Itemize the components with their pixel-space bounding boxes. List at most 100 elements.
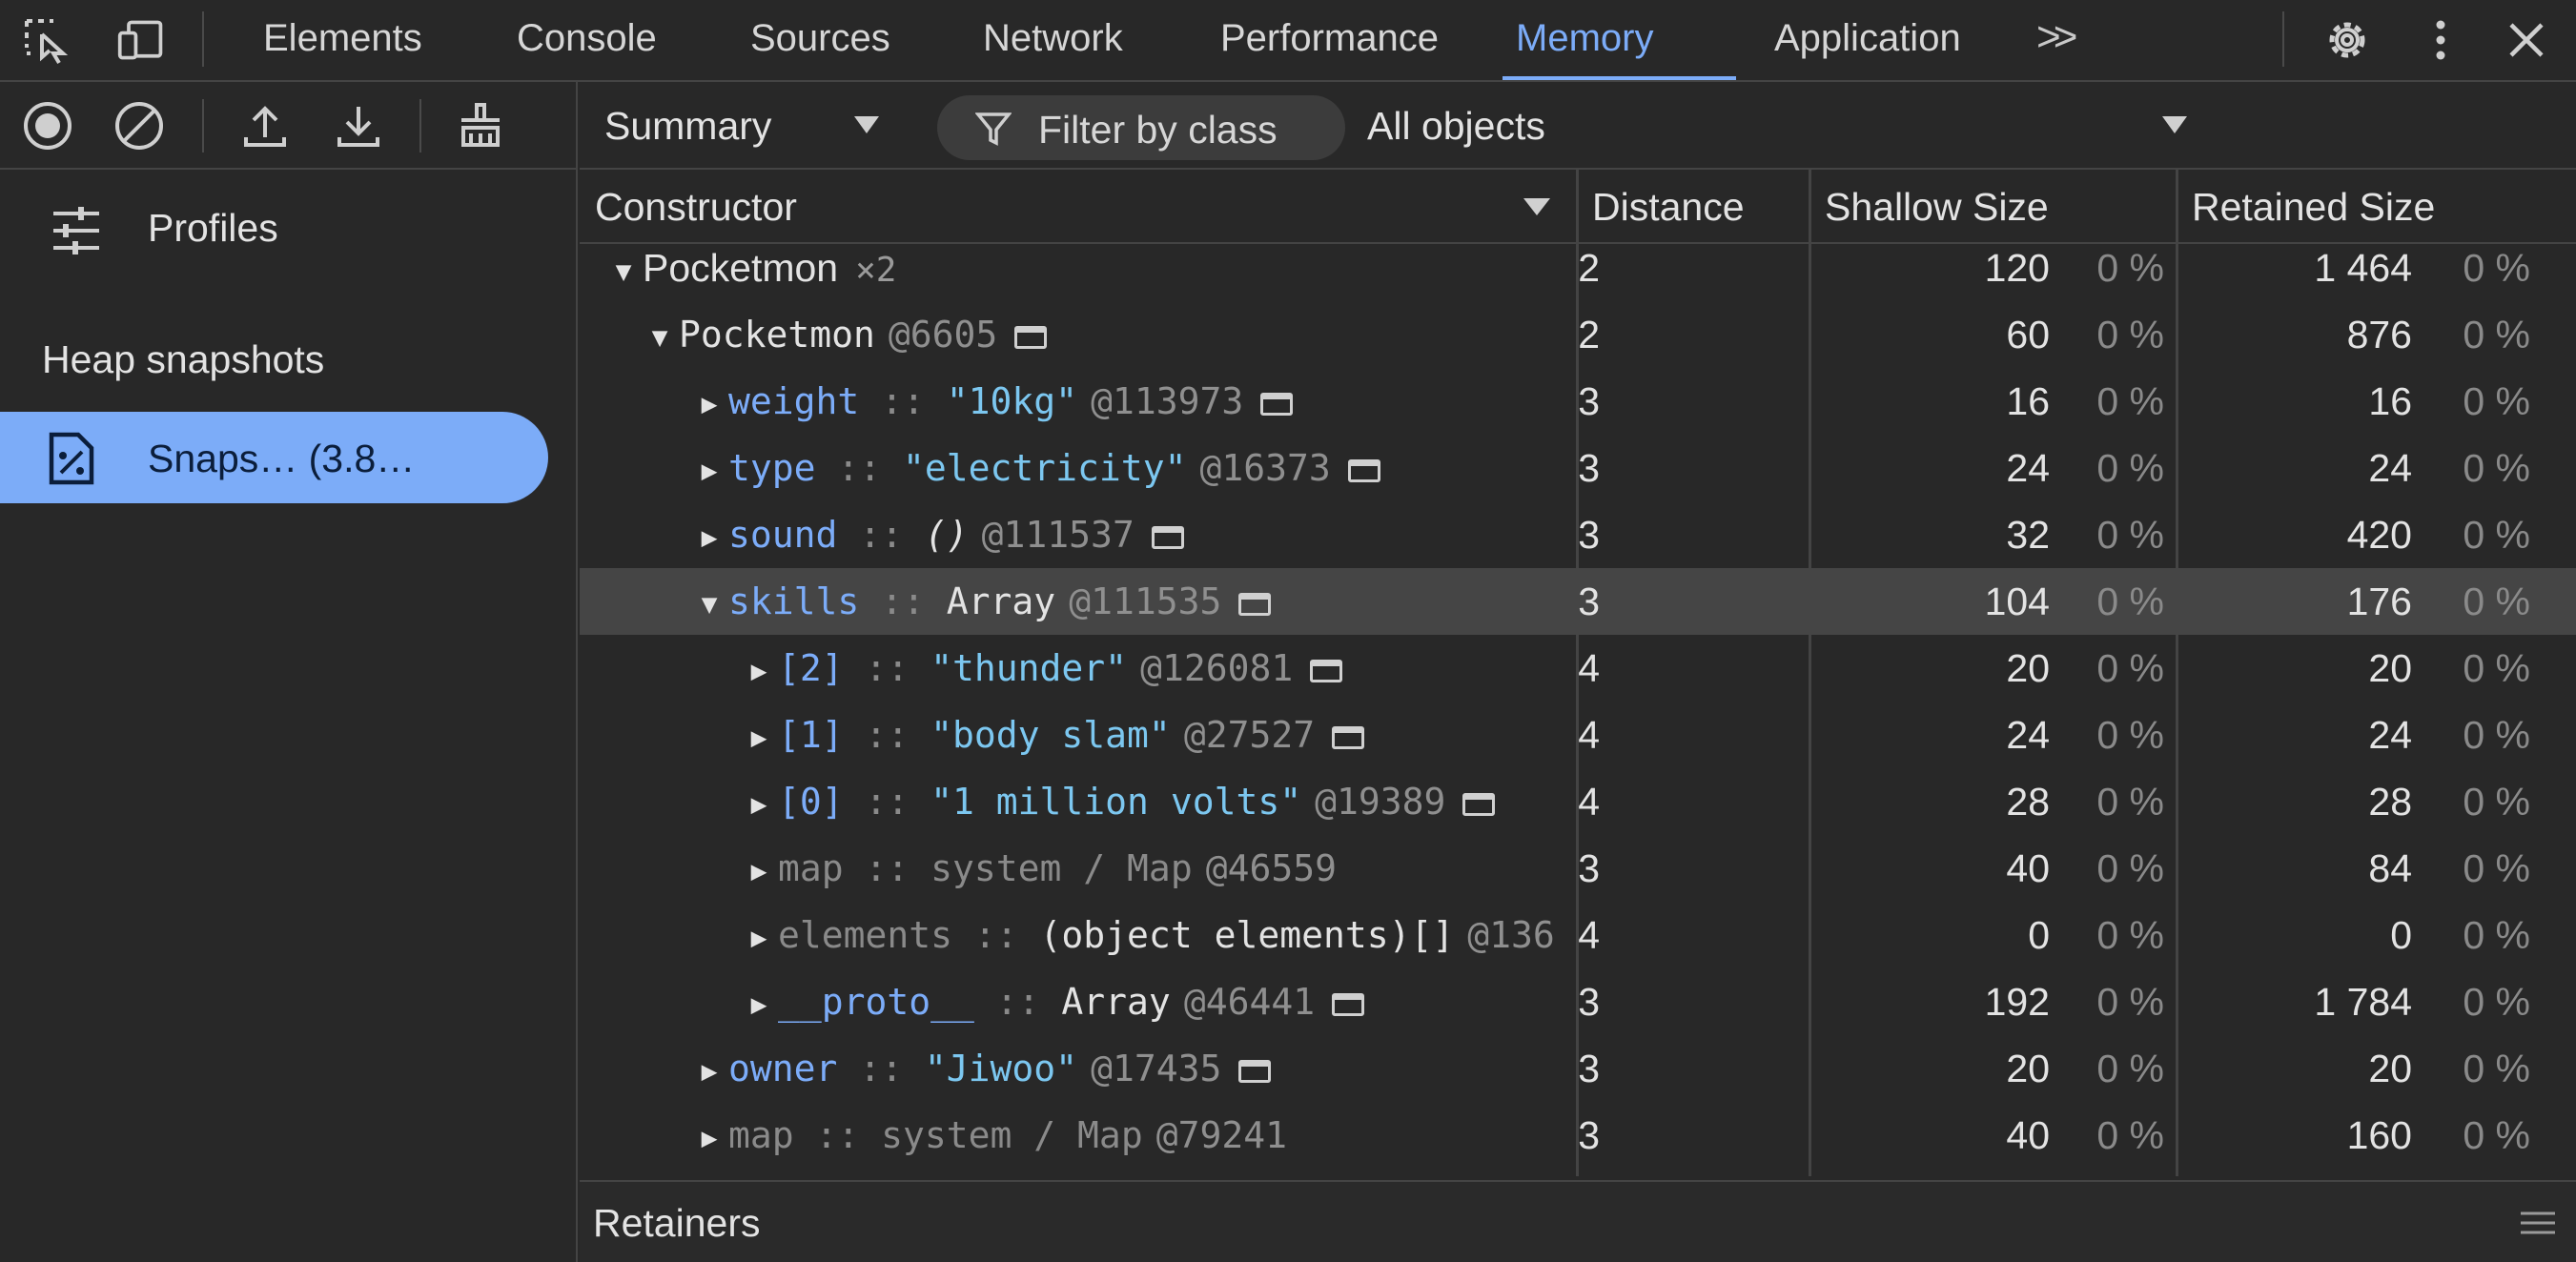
reveal-window-icon[interactable] bbox=[1260, 392, 1294, 416]
reveal-window-icon[interactable] bbox=[1014, 325, 1048, 349]
sliders-icon bbox=[50, 204, 103, 262]
object-id: @136 bbox=[1467, 914, 1555, 956]
reveal-window-icon[interactable] bbox=[1462, 792, 1496, 816]
property-separator: :: bbox=[837, 1048, 925, 1089]
tab-memory[interactable]: Memory bbox=[1503, 0, 1736, 80]
property-name: elements bbox=[778, 914, 953, 956]
distance-cell: 3 bbox=[1578, 379, 1600, 423]
collapsed-triangle-icon[interactable]: ▶ bbox=[740, 771, 778, 836]
reveal-window-icon[interactable] bbox=[1238, 1059, 1272, 1083]
view-select[interactable]: Summary bbox=[604, 99, 771, 153]
expanded-triangle-icon[interactable]: ▼ bbox=[690, 571, 728, 636]
shallow-size-percent: 0 % bbox=[2096, 1047, 2164, 1090]
distance-cell: 4 bbox=[1578, 713, 1600, 757]
load-profile-upload-icon[interactable] bbox=[238, 99, 292, 153]
table-row[interactable]: ▶ elements :: (object elements)[] @136 4 0 0 … bbox=[580, 902, 2576, 968]
more-tabs-button[interactable]: >> bbox=[2036, 0, 2077, 80]
property-value: "thunder" bbox=[930, 647, 1128, 689]
property-value: "1 million volts" bbox=[930, 781, 1302, 823]
shallow-size-percent: 0 % bbox=[2096, 580, 2164, 623]
record-icon[interactable] bbox=[21, 99, 74, 153]
shallow-size-percent: 0 % bbox=[2096, 713, 2164, 757]
column-shallow-size[interactable]: Shallow Size bbox=[1825, 185, 2049, 230]
retainers-panel[interactable]: Retainers bbox=[580, 1180, 2576, 1262]
tab-application[interactable]: Application bbox=[1761, 0, 1974, 80]
column-distance[interactable]: Distance bbox=[1592, 185, 1745, 230]
reveal-window-icon[interactable] bbox=[1332, 725, 1365, 749]
tree-cell: ▼ skills :: Array @111535 bbox=[580, 568, 1577, 635]
collapsed-triangle-icon[interactable]: ▶ bbox=[740, 638, 778, 702]
table-row[interactable]: ▼ skills :: Array @111535 3 104 0 % 176 0 % bbox=[580, 568, 2576, 635]
distance-cell: 3 bbox=[1578, 580, 1600, 623]
distance-cell: 3 bbox=[1578, 980, 1600, 1024]
table-row[interactable]: ▶ map :: system / Map @79241 3 40 0 % 160 0 % bbox=[580, 1102, 2576, 1169]
collect-garbage-broom-icon[interactable] bbox=[454, 99, 507, 153]
collapsed-triangle-icon[interactable]: ▶ bbox=[740, 971, 778, 1036]
tab-console[interactable]: Console bbox=[503, 0, 670, 80]
shallow-size-cell: 20 bbox=[2006, 1047, 2050, 1090]
retained-size-percent: 0 % bbox=[2463, 379, 2530, 423]
property-value: "Jiwoo" bbox=[924, 1048, 1078, 1089]
object-scope-select[interactable]: All objects bbox=[1367, 99, 1545, 153]
table-row[interactable]: ▶ __proto__ :: Array @46441 3 192 0 % 1 784 0 % bbox=[580, 968, 2576, 1035]
tree-cell: ▶ [0] :: "1 million volts" @19389 bbox=[580, 768, 1577, 835]
heap-snapshots-heading: Heap snapshots bbox=[42, 337, 325, 381]
tab-network[interactable]: Network bbox=[970, 0, 1136, 80]
tab-sources[interactable]: Sources bbox=[737, 0, 904, 80]
reveal-window-icon[interactable] bbox=[1238, 592, 1272, 616]
property-name: [0] bbox=[778, 781, 844, 823]
column-constructor[interactable]: Constructor bbox=[595, 185, 797, 230]
expanded-triangle-icon[interactable]: ▼ bbox=[641, 304, 679, 369]
tab-performance[interactable]: Performance bbox=[1207, 0, 1452, 80]
table-row[interactable]: ▶ sound :: () @111537 3 32 0 % 420 0 % bbox=[580, 501, 2576, 568]
sort-descending-icon[interactable] bbox=[1523, 198, 1550, 215]
filter-placeholder: Filter by class bbox=[1038, 108, 1278, 152]
reveal-window-icon[interactable] bbox=[1310, 659, 1343, 682]
menu-lines-icon[interactable] bbox=[2521, 1211, 2555, 1235]
table-row[interactable]: ▶ [1] :: "body slam" @27527 4 24 0 % 24 0 % bbox=[580, 702, 2576, 768]
reveal-window-icon[interactable] bbox=[1347, 458, 1380, 482]
profiles-header[interactable]: Profiles bbox=[0, 177, 576, 284]
retained-size-cell: 420 bbox=[2346, 513, 2412, 557]
table-row[interactable]: ▶ weight :: "10kg" @113973 3 16 0 % 16 0 % bbox=[580, 368, 2576, 435]
shallow-size-percent: 0 % bbox=[2096, 446, 2164, 490]
property-value: (object elements)[] bbox=[1039, 914, 1455, 956]
snapshot-item[interactable]: Snaps… (3.8… bbox=[0, 412, 548, 503]
toolbar-divider bbox=[419, 99, 421, 153]
reveal-window-icon[interactable] bbox=[1332, 992, 1365, 1016]
table-row[interactable]: ▶ [2] :: "thunder" @126081 4 20 0 % 20 0 % bbox=[580, 635, 2576, 702]
device-toolbar-icon[interactable] bbox=[116, 15, 166, 65]
property-value: "10kg" bbox=[946, 380, 1078, 422]
distance-cell: 4 bbox=[1578, 780, 1600, 824]
collapsed-triangle-icon[interactable]: ▶ bbox=[740, 704, 778, 769]
table-row[interactable]: ▼ Pocketmon ×2 2 120 0 % 1 464 0 % bbox=[580, 234, 2576, 301]
column-retained-size[interactable]: Retained Size bbox=[2192, 185, 2435, 230]
filter-by-class-input[interactable]: Filter by class bbox=[937, 95, 1345, 160]
object-id: @111537 bbox=[981, 514, 1135, 556]
reveal-window-icon[interactable] bbox=[1151, 525, 1184, 549]
table-row[interactable]: ▶ map :: system / Map @46559 3 40 0 % 84 0 % bbox=[580, 835, 2576, 902]
object-id: @17435 bbox=[1091, 1048, 1222, 1089]
table-row[interactable]: ▶ [0] :: "1 million volts" @19389 4 28 0 % 28 0… bbox=[580, 768, 2576, 835]
more-options-icon[interactable] bbox=[2416, 15, 2465, 65]
table-row[interactable]: ▼ Pocketmon @6605 2 60 0 % 876 0 % bbox=[580, 301, 2576, 368]
tab-elements[interactable]: Elements bbox=[250, 0, 436, 80]
collapsed-triangle-icon[interactable]: ▶ bbox=[740, 905, 778, 969]
collapsed-triangle-icon[interactable]: ▶ bbox=[690, 1105, 728, 1170]
collapsed-triangle-icon[interactable]: ▶ bbox=[690, 504, 728, 569]
retained-size-cell: 20 bbox=[2368, 646, 2412, 690]
tree-cell: ▶ sound :: () @111537 bbox=[580, 501, 1577, 568]
clear-all-icon[interactable] bbox=[112, 99, 166, 153]
collapsed-triangle-icon[interactable]: ▶ bbox=[690, 438, 728, 502]
close-icon[interactable] bbox=[2502, 15, 2551, 65]
collapsed-triangle-icon[interactable]: ▶ bbox=[740, 838, 778, 903]
property-separator: :: bbox=[793, 1114, 882, 1156]
table-row[interactable]: ▶ owner :: "Jiwoo" @17435 3 20 0 % 20 0 % bbox=[580, 1035, 2576, 1102]
inspect-element-icon[interactable] bbox=[21, 15, 71, 65]
collapsed-triangle-icon[interactable]: ▶ bbox=[690, 371, 728, 436]
collapsed-triangle-icon[interactable]: ▶ bbox=[690, 1038, 728, 1103]
expanded-triangle-icon[interactable]: ▼ bbox=[604, 238, 643, 302]
table-row[interactable]: ▶ type :: "electricity" @16373 3 24 0 % 24 0 % bbox=[580, 435, 2576, 501]
settings-gear-icon[interactable] bbox=[2322, 15, 2372, 65]
save-profile-download-icon[interactable] bbox=[332, 99, 385, 153]
